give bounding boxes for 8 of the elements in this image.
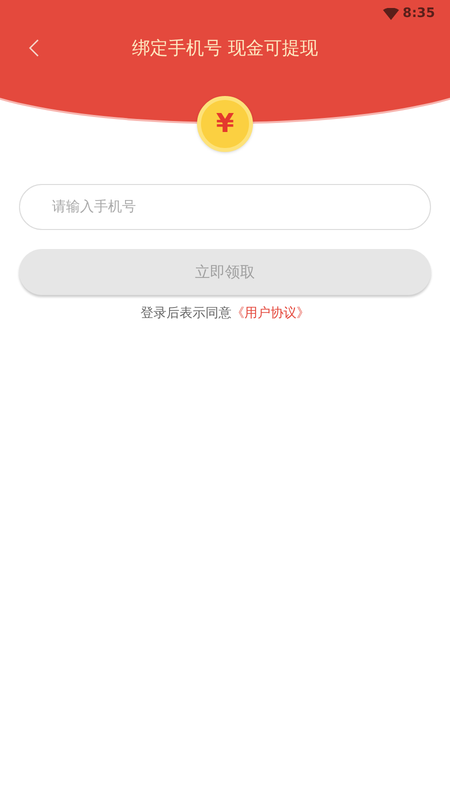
status-time: 8:35 [402, 5, 435, 24]
coin-icon: ¥ [197, 96, 253, 152]
user-agreement-link[interactable]: 《用户协议》 [232, 304, 310, 324]
back-icon [29, 39, 39, 57]
agreement-text: 登录后表示同意 [140, 305, 232, 323]
wifi-icon [382, 8, 399, 20]
page-title: 绑定手机号 现金可提现 [132, 36, 318, 60]
phone-input-field[interactable]: 请输入手机号 [19, 184, 431, 230]
